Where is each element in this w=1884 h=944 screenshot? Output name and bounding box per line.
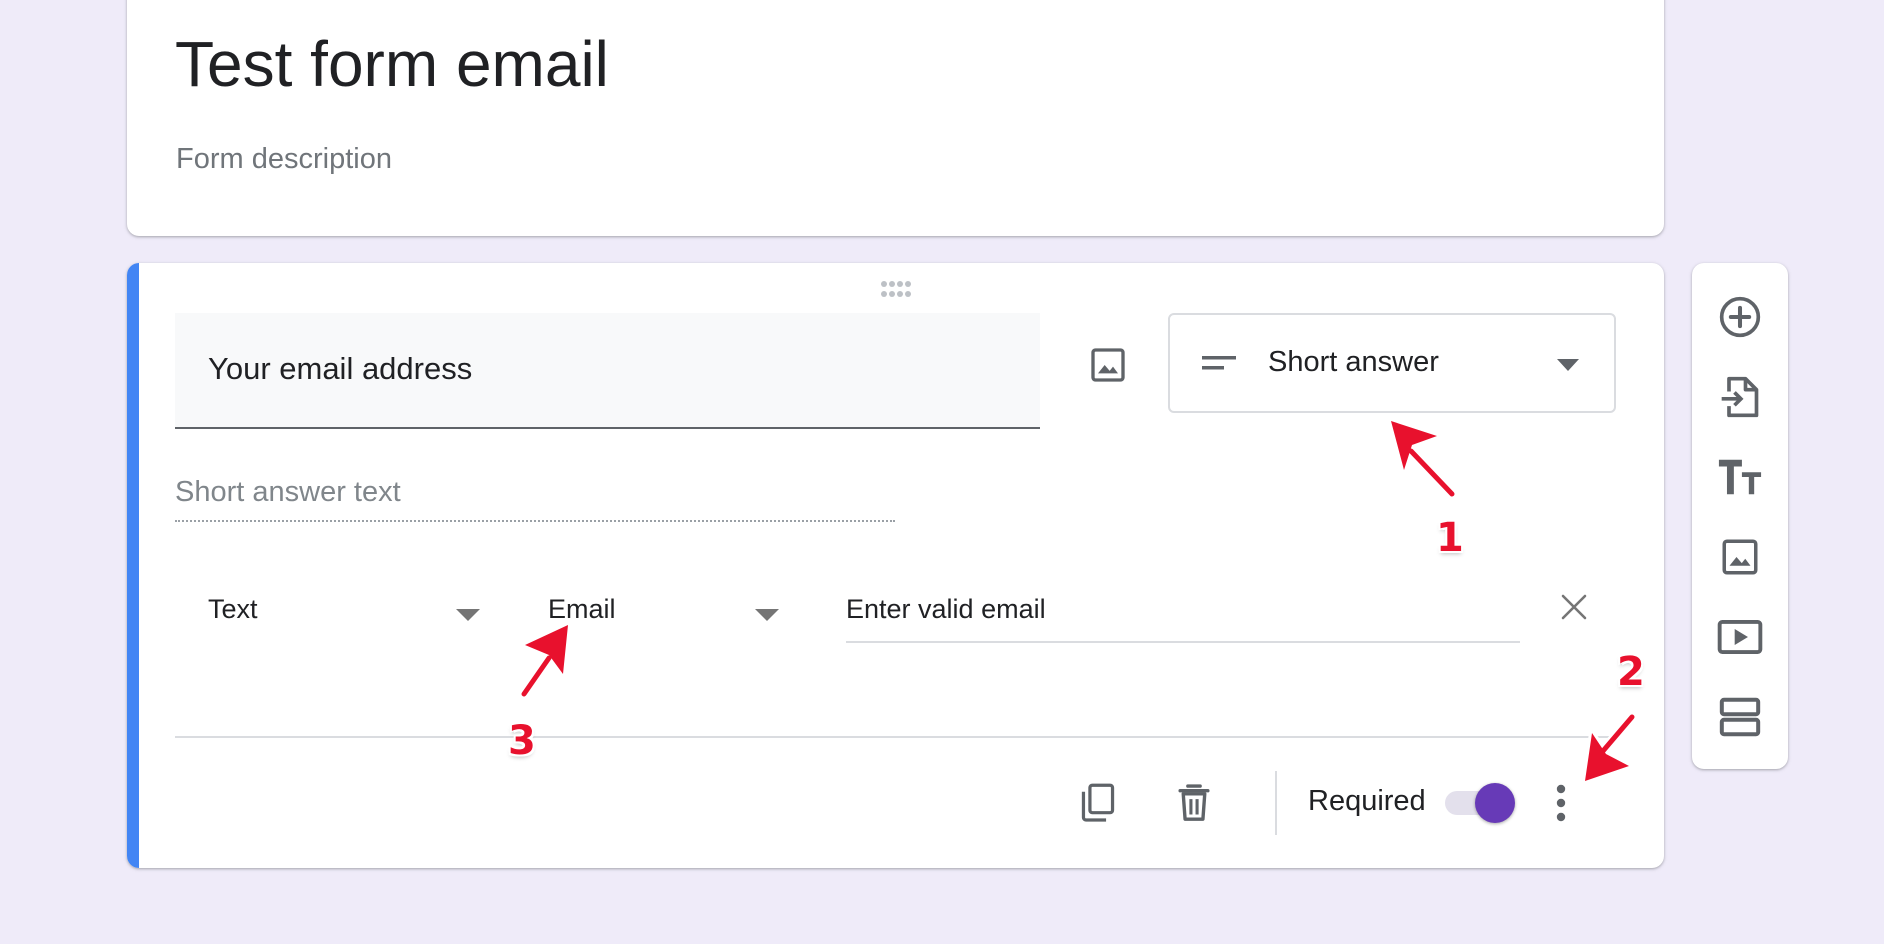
drag-dots-icon[interactable]	[880, 280, 912, 298]
form-description-field[interactable]: Form description	[176, 143, 392, 176]
caret-down-icon	[755, 609, 779, 621]
import-icon	[1721, 376, 1759, 418]
card-footer-divider	[175, 736, 1615, 738]
question-title-text: Your email address	[208, 351, 473, 386]
footer-separator	[1275, 771, 1277, 835]
annotation-number-3: 3	[508, 718, 536, 764]
active-card-accent-bar	[127, 263, 139, 868]
short-answer-placeholder: Short answer text	[175, 476, 401, 508]
close-icon	[1561, 594, 1587, 620]
form-title[interactable]: Test form email	[175, 24, 609, 104]
image-icon	[1722, 539, 1758, 575]
question-title-input[interactable]: Your email address	[175, 313, 1040, 429]
trash-icon	[1178, 784, 1210, 821]
section-icon	[1719, 697, 1761, 737]
toggle-knob	[1475, 783, 1515, 823]
custom-error-text: Enter valid email	[846, 594, 1046, 624]
delete-button[interactable]	[1166, 775, 1222, 831]
validation-rule-label: Email	[548, 594, 616, 624]
video-icon	[1717, 620, 1763, 654]
validation-type-dropdown[interactable]: Text	[208, 583, 488, 643]
short-answer-preview: Short answer text	[175, 470, 895, 522]
question-type-dropdown[interactable]: Short answer	[1168, 313, 1616, 413]
image-icon	[1091, 348, 1125, 382]
short-text-icon	[1202, 356, 1236, 370]
more-vert-icon	[1556, 784, 1566, 822]
copy-icon	[1081, 783, 1115, 822]
add-image-button[interactable]	[1082, 339, 1134, 391]
more-options-button[interactable]	[1541, 775, 1581, 831]
add-image-toolbar-button[interactable]	[1710, 527, 1770, 587]
side-toolbar	[1692, 263, 1788, 769]
validation-type-label: Text	[208, 594, 258, 624]
caret-down-icon	[1557, 359, 1579, 371]
import-questions-button[interactable]	[1710, 367, 1770, 427]
annotation-number-1: 1	[1436, 515, 1464, 561]
annotation-number-2: 2	[1617, 649, 1645, 695]
add-circle-icon	[1719, 296, 1761, 338]
remove-validation-button[interactable]	[1552, 585, 1596, 629]
duplicate-button[interactable]	[1070, 775, 1126, 831]
custom-error-text-input[interactable]: Enter valid email	[846, 583, 1520, 643]
validation-rule-dropdown[interactable]: Email	[548, 583, 808, 643]
caret-down-icon	[456, 609, 480, 621]
question-type-label: Short answer	[1268, 346, 1439, 378]
title-text-icon	[1718, 459, 1762, 495]
form-title-card: Test form email Form description	[127, 0, 1664, 236]
add-question-button[interactable]	[1710, 287, 1770, 347]
required-toggle[interactable]	[1443, 781, 1519, 825]
required-label: Required	[1308, 785, 1426, 817]
question-card[interactable]: Your email address Short answer Short an…	[127, 263, 1664, 868]
add-video-button[interactable]	[1710, 607, 1770, 667]
add-section-button[interactable]	[1710, 687, 1770, 747]
add-title-button[interactable]	[1710, 447, 1770, 507]
